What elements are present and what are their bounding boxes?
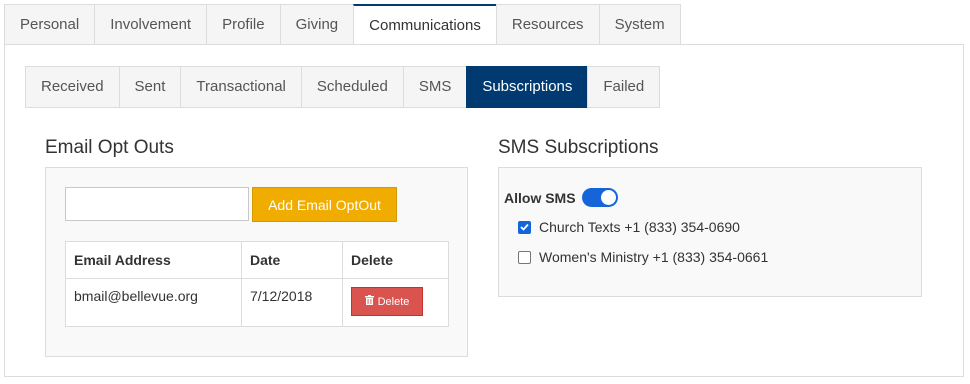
tab-system[interactable]: System bbox=[598, 4, 681, 45]
subtab-transactional[interactable]: Transactional bbox=[180, 66, 301, 108]
allow-sms-toggle[interactable] bbox=[581, 188, 618, 207]
trash-icon bbox=[364, 295, 374, 308]
sms-subscription-item: Church Texts +1 (833) 354-0690 bbox=[518, 219, 740, 235]
subtab-received[interactable]: Received bbox=[25, 66, 119, 108]
email-optout-input[interactable] bbox=[65, 187, 249, 221]
cell-email: bmail@bellevue.org bbox=[65, 278, 242, 327]
allow-sms-label: Allow SMS bbox=[504, 189, 576, 206]
cell-date: 7/12/2018 bbox=[241, 278, 343, 327]
delete-button[interactable]: Delete bbox=[351, 287, 423, 316]
tab-giving[interactable]: Giving bbox=[279, 4, 354, 45]
subtab-sent[interactable]: Sent bbox=[118, 66, 181, 108]
tab-communications[interactable]: Communications bbox=[353, 4, 496, 45]
main-tabs: Personal Involvement Profile Giving Comm… bbox=[4, 4, 681, 45]
table-header-row: Email Address Date Delete bbox=[65, 241, 449, 279]
delete-button-label: Delete bbox=[377, 295, 410, 308]
checkmark-icon bbox=[520, 223, 529, 231]
church-texts-label: Church Texts +1 (833) 354-0690 bbox=[539, 219, 740, 235]
tab-involvement[interactable]: Involvement bbox=[94, 4, 207, 45]
email-optouts-heading: Email Opt Outs bbox=[45, 137, 174, 158]
communications-subtabs: Received Sent Transactional Scheduled SM… bbox=[25, 66, 661, 108]
cell-delete: Delete bbox=[342, 278, 449, 327]
column-delete: Delete bbox=[342, 241, 449, 279]
tab-profile[interactable]: Profile bbox=[206, 4, 280, 45]
subtab-subscriptions[interactable]: Subscriptions bbox=[466, 66, 588, 108]
subtab-failed[interactable]: Failed bbox=[587, 66, 661, 108]
column-email-address: Email Address bbox=[65, 241, 242, 279]
column-date: Date bbox=[241, 241, 343, 279]
add-email-optout-button[interactable]: Add Email OptOut bbox=[252, 187, 397, 222]
subtab-sms[interactable]: SMS bbox=[402, 66, 467, 108]
allow-sms-row: Allow SMS bbox=[504, 188, 618, 207]
tab-resources[interactable]: Resources bbox=[495, 4, 599, 45]
subtab-scheduled[interactable]: Scheduled bbox=[300, 66, 403, 108]
womens-ministry-label: Women's Ministry +1 (833) 354-0661 bbox=[539, 249, 769, 265]
sms-subscriptions-heading: SMS Subscriptions bbox=[498, 137, 659, 158]
womens-ministry-checkbox[interactable] bbox=[518, 250, 531, 264]
tab-personal[interactable]: Personal bbox=[4, 4, 95, 45]
email-optouts-table: Email Address Date Delete bmail@bellevue… bbox=[65, 241, 449, 327]
table-row: bmail@bellevue.org 7/12/2018 Delete bbox=[65, 278, 449, 327]
sms-subscription-item: Women's Ministry +1 (833) 354-0661 bbox=[518, 249, 768, 265]
church-texts-checkbox[interactable] bbox=[518, 220, 531, 234]
